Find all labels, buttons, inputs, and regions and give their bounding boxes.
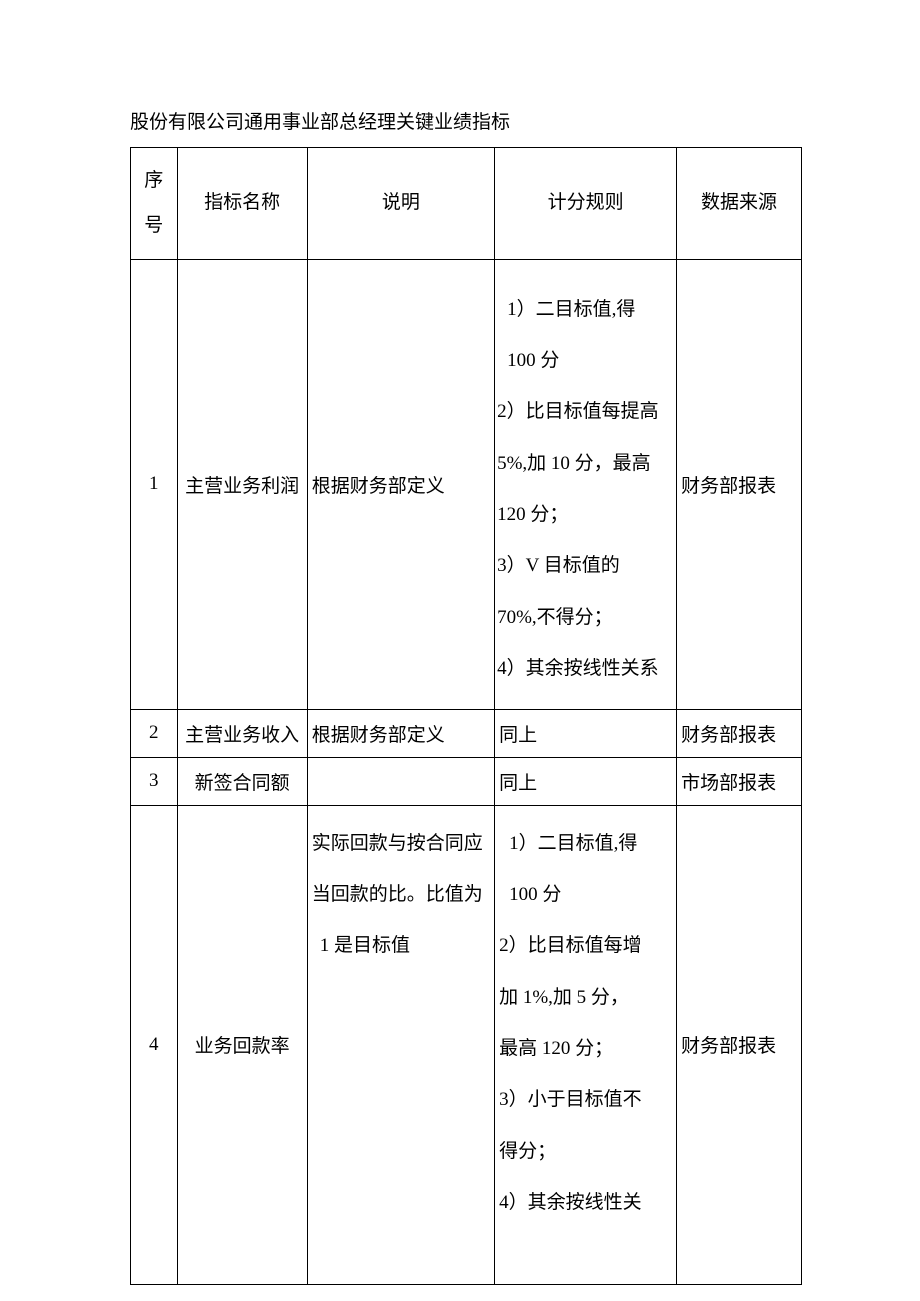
- table-row: 3 新签合同额 同上 市场部报表: [131, 757, 802, 805]
- cell-seq: 3: [131, 757, 178, 805]
- cell-rule: 同上: [495, 757, 677, 805]
- document-page: 股份有限公司通用事业部总经理关键业绩指标 序号 指标名称 说明 计分规则 数据来…: [0, 0, 920, 1285]
- desc-line: 实际回款与按合同应: [312, 818, 490, 869]
- table-row: 2 主营业务收入 根据财务部定义 同上 财务部报表: [131, 709, 802, 757]
- rule-line: 70%,不得分；: [497, 592, 674, 643]
- cell-source: 市场部报表: [677, 757, 802, 805]
- document-title: 股份有限公司通用事业部总经理关键业绩指标: [130, 110, 802, 137]
- table-row: 4 业务回款率 实际回款与按合同应 当回款的比。比值为 1 是目标值 1）二目标…: [131, 805, 802, 1284]
- desc-line: 1 是目标值: [312, 920, 490, 971]
- rule-line: 1）二目标值,得: [499, 818, 674, 869]
- header-desc: 说明: [307, 147, 494, 259]
- cell-desc: 根据财务部定义: [307, 709, 494, 757]
- header-name: 指标名称: [177, 147, 307, 259]
- rule-line: 3）V 目标值的: [497, 540, 674, 591]
- rule-line: 120 分；: [497, 489, 674, 540]
- desc-line: 当回款的比。比值为: [312, 869, 490, 920]
- header-source: 数据来源: [677, 147, 802, 259]
- cell-seq: 1: [131, 259, 178, 709]
- cell-desc: 实际回款与按合同应 当回款的比。比值为 1 是目标值: [307, 805, 494, 1284]
- cell-desc: 根据财务部定义: [307, 259, 494, 709]
- rule-line: 加 1%,加 5 分，: [499, 972, 674, 1023]
- cell-seq: 2: [131, 709, 178, 757]
- cell-rule: 1）二目标值,得 100 分 2）比目标值每增 加 1%,加 5 分， 最高 1…: [495, 805, 677, 1284]
- rule-line: 2）比目标值每提高: [497, 386, 674, 437]
- rule-line: 得分；: [499, 1126, 674, 1177]
- cell-name: 业务回款率: [177, 805, 307, 1284]
- rule-line: 5%,加 10 分，最高: [497, 438, 674, 489]
- cell-name: 主营业务收入: [177, 709, 307, 757]
- cell-seq: 4: [131, 805, 178, 1284]
- rule-line: 最高 120 分；: [499, 1023, 674, 1074]
- header-seq: 序号: [131, 147, 178, 259]
- table-header-row: 序号 指标名称 说明 计分规则 数据来源: [131, 147, 802, 259]
- cell-name: 主营业务利润: [177, 259, 307, 709]
- rule-line: 2）比目标值每增: [499, 920, 674, 971]
- kpi-table: 序号 指标名称 说明 计分规则 数据来源 1 主营业务利润 根据财务部定义 1）…: [130, 147, 802, 1285]
- table-row: 1 主营业务利润 根据财务部定义 1）二目标值,得 100 分 2）比目标值每提…: [131, 259, 802, 709]
- rule-line: 100 分: [497, 335, 674, 386]
- cell-name: 新签合同额: [177, 757, 307, 805]
- cell-desc: [307, 757, 494, 805]
- cell-source: 财务部报表: [677, 805, 802, 1284]
- cell-source: 财务部报表: [677, 259, 802, 709]
- rule-line: 4）其余按线性关: [499, 1177, 674, 1228]
- cell-source: 财务部报表: [677, 709, 802, 757]
- cell-rule: 1）二目标值,得 100 分 2）比目标值每提高 5%,加 10 分，最高 12…: [495, 259, 677, 709]
- rule-line: 1）二目标值,得: [497, 284, 674, 335]
- rule-line: 4）其余按线性关系: [497, 643, 674, 694]
- rule-line: 100 分: [499, 869, 674, 920]
- cell-rule: 同上: [495, 709, 677, 757]
- rule-line: 3）小于目标值不: [499, 1074, 674, 1125]
- header-rule: 计分规则: [495, 147, 677, 259]
